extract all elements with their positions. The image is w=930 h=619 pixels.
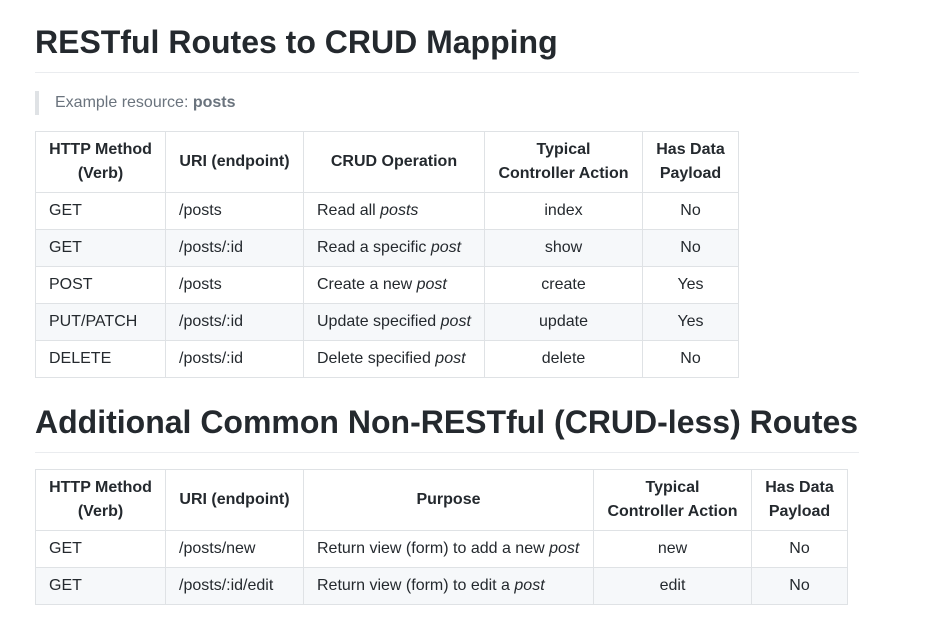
cell-payload: No: [751, 567, 848, 605]
cell-action: edit: [593, 567, 752, 605]
column-header-uri: URI (endpoint): [165, 469, 304, 531]
cell-uri: /posts/:id: [165, 340, 304, 378]
cell-method: GET: [35, 567, 166, 605]
column-header-operation: CRUD Operation: [303, 131, 485, 193]
document-body: RESTful Routes to CRUD Mapping Example r…: [35, 0, 859, 605]
cell-method: PUT/PATCH: [35, 303, 166, 341]
cell-operation: Update specified post: [303, 303, 485, 341]
column-header-action: Typical Controller Action: [593, 469, 752, 531]
cell-uri: /posts/new: [165, 530, 304, 568]
section-title-non-restful: Additional Common Non-RESTful (CRUD-less…: [35, 402, 859, 453]
purpose-resource: post: [514, 577, 545, 594]
cell-action: update: [484, 303, 643, 341]
operation-resource: post: [440, 313, 471, 330]
cell-method: GET: [35, 530, 166, 568]
cell-method: GET: [35, 192, 166, 230]
column-header-purpose: Purpose: [303, 469, 594, 531]
operation-text: Read a specific: [317, 239, 431, 256]
table-row: POST /posts Create a new post create Yes: [35, 266, 739, 304]
purpose-text: Return view (form) to add a new: [317, 540, 550, 557]
table-row: GET /posts Read all posts index No: [35, 192, 739, 230]
section-title-crud: RESTful Routes to CRUD Mapping: [35, 0, 859, 73]
operation-text: Read all: [317, 202, 381, 219]
purpose-resource: post: [549, 540, 580, 557]
crud-mapping-table: HTTP Method (Verb) URI (endpoint) CRUD O…: [35, 131, 739, 378]
table-row: GET /posts/:id/edit Return view (form) t…: [35, 567, 848, 605]
example-blockquote: Example resource: posts: [35, 91, 859, 115]
cell-purpose: Return view (form) to add a new post: [303, 530, 594, 568]
cell-payload: Yes: [642, 266, 739, 304]
cell-action: delete: [484, 340, 643, 378]
column-header-action: Typical Controller Action: [484, 131, 643, 193]
cell-method: POST: [35, 266, 166, 304]
table-row: PUT/PATCH /posts/:id Update specified po…: [35, 303, 739, 341]
non-restful-routes-table: HTTP Method (Verb) URI (endpoint) Purpos…: [35, 469, 848, 605]
cell-payload: No: [642, 192, 739, 230]
cell-payload: Yes: [642, 303, 739, 341]
cell-uri: /posts/:id/edit: [165, 567, 304, 605]
column-header-uri: URI (endpoint): [165, 131, 304, 193]
cell-purpose: Return view (form) to edit a post: [303, 567, 594, 605]
cell-uri: /posts: [165, 192, 304, 230]
column-header-method: HTTP Method (Verb): [35, 469, 166, 531]
operation-text: Update specified: [317, 313, 441, 330]
cell-payload: No: [642, 229, 739, 267]
cell-action: new: [593, 530, 752, 568]
operation-text: Delete specified: [317, 350, 436, 367]
cell-action: create: [484, 266, 643, 304]
cell-operation: Read a specific post: [303, 229, 485, 267]
column-header-method: HTTP Method (Verb): [35, 131, 166, 193]
operation-resource: post: [416, 276, 447, 293]
cell-operation: Create a new post: [303, 266, 485, 304]
table-row: DELETE /posts/:id Delete specified post …: [35, 340, 739, 378]
cell-method: GET: [35, 229, 166, 267]
purpose-text: Return view (form) to edit a: [317, 577, 515, 594]
operation-resource: posts: [380, 202, 419, 219]
cell-action: index: [484, 192, 643, 230]
table-header-row: HTTP Method (Verb) URI (endpoint) CRUD O…: [35, 131, 739, 193]
table-header-row: HTTP Method (Verb) URI (endpoint) Purpos…: [35, 469, 848, 531]
cell-uri: /posts: [165, 266, 304, 304]
example-label: Example resource:: [55, 94, 193, 111]
cell-uri: /posts/:id: [165, 303, 304, 341]
table-row: GET /posts/new Return view (form) to add…: [35, 530, 848, 568]
example-resource: posts: [192, 94, 236, 111]
cell-payload: No: [751, 530, 848, 568]
cell-uri: /posts/:id: [165, 229, 304, 267]
table-row: GET /posts/:id Read a specific post show…: [35, 229, 739, 267]
cell-operation: Read all posts: [303, 192, 485, 230]
operation-resource: post: [435, 350, 466, 367]
operation-text: Create a new: [317, 276, 417, 293]
cell-operation: Delete specified post: [303, 340, 485, 378]
column-header-payload: Has Data Payload: [751, 469, 848, 531]
cell-action: show: [484, 229, 643, 267]
cell-method: DELETE: [35, 340, 166, 378]
column-header-payload: Has Data Payload: [642, 131, 739, 193]
cell-payload: No: [642, 340, 739, 378]
operation-resource: post: [430, 239, 462, 256]
